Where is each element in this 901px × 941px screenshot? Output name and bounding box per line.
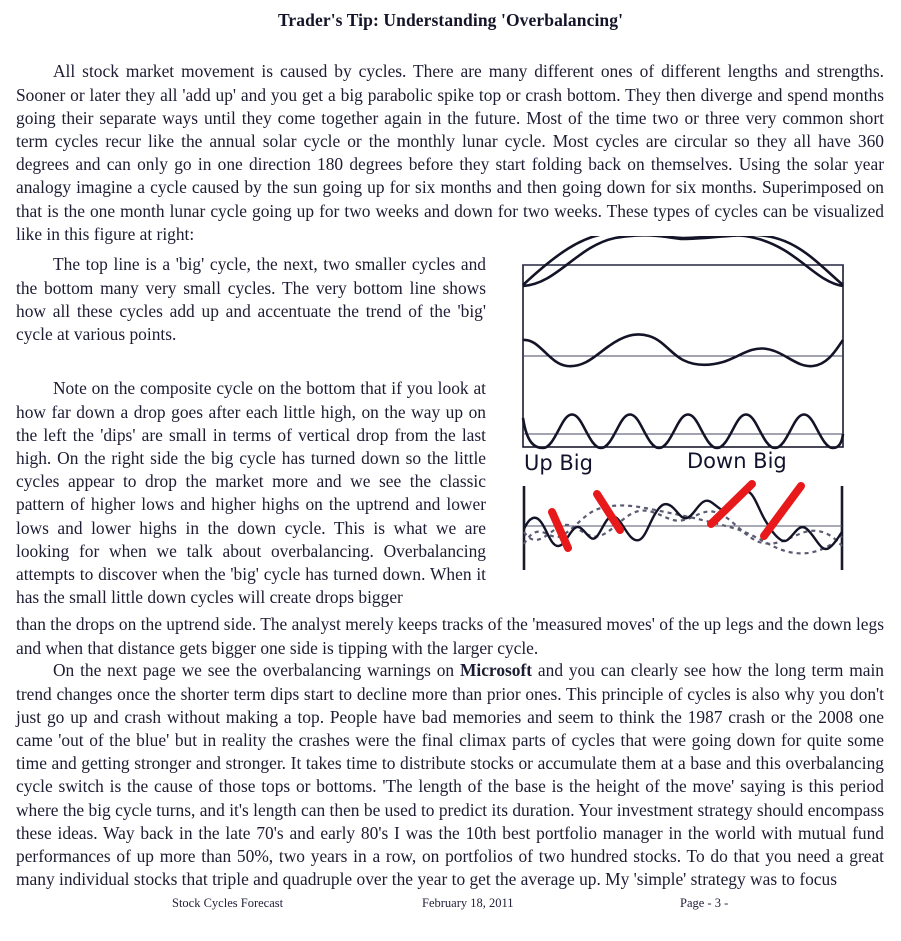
red-arrow-3 [707, 480, 756, 528]
paragraph-figure-description: The top line is a 'big' cycle, the next,… [16, 254, 486, 344]
paragraph-composite-cycle: Note on the composite cycle on the botto… [16, 378, 486, 608]
cycle-diagram-figure: Up Big Down Big [505, 236, 865, 581]
footer-page-number: Page - 3 - [680, 896, 729, 910]
red-arrow-4 [760, 482, 805, 540]
page-title: Trader's Tip: Understanding 'Overbalanci… [277, 10, 624, 30]
red-arrow-2 [593, 490, 624, 534]
footer-publication: Stock Cycles Forecast [172, 896, 284, 910]
small-cycles-wave [521, 413, 845, 450]
label-down-big: Down Big [687, 449, 787, 473]
paragraph-microsoft: On the next page we see the overbalancin… [16, 659, 884, 891]
big-cycle-wave [522, 236, 844, 288]
cycle-diagram-svg [521, 236, 845, 570]
paragraph-intro: All stock market movement is caused by c… [16, 61, 884, 244]
paragraph-microsoft-part2: and you can clearly see how the long ter… [16, 660, 885, 890]
medium-cycles-wave [522, 333, 845, 368]
microsoft-emphasis: Microsoft [459, 660, 533, 681]
paragraph-microsoft-part1: On the next page we see the overbalancin… [53, 660, 460, 681]
dashed-big-cycle [523, 504, 843, 555]
label-up-big: Up Big [524, 451, 593, 475]
composite-cycle-panel [522, 480, 844, 570]
page-footer: Stock Cycles Forecast February 18, 2011 … [0, 896, 901, 916]
paragraph-measured-moves: than the drops on the uptrend side. The … [16, 614, 884, 658]
document-page: Trader's Tip: Understanding 'Overbalanci… [0, 10, 901, 941]
footer-date: February 18, 2011 [422, 896, 514, 910]
